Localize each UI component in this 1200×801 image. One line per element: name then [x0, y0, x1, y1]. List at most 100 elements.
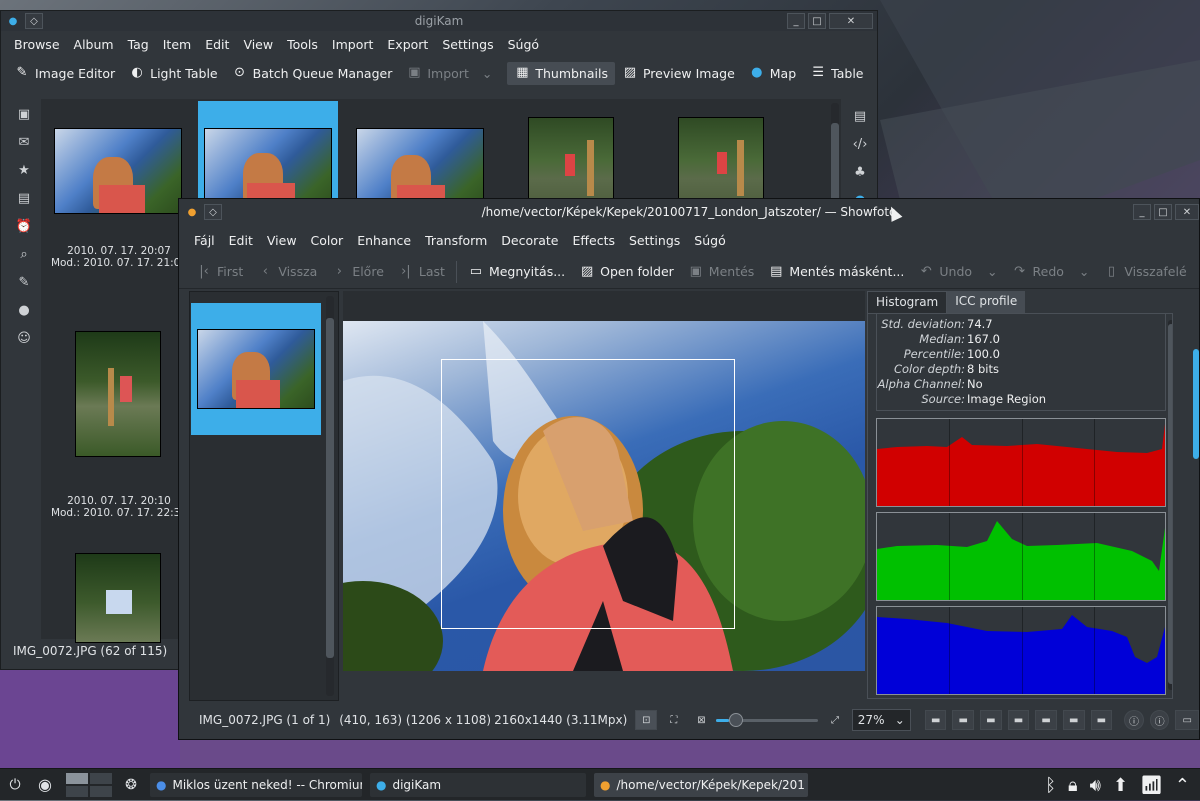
menu-browse[interactable]: Browse	[7, 37, 67, 52]
save-as-button[interactable]: ▤ Mentés másként...	[761, 260, 911, 283]
import-button[interactable]: ▣ Import ⌄	[399, 62, 499, 85]
zoom-combo[interactable]: 27% ⌄	[851, 709, 911, 731]
minimize-button[interactable]: _	[1133, 204, 1151, 220]
chevron-up-icon[interactable]: ⌃	[1175, 775, 1190, 796]
menu-tools[interactable]: Tools	[280, 37, 325, 52]
thumbnail-item-selected[interactable]	[198, 101, 338, 214]
menu-import[interactable]: Import	[325, 37, 381, 52]
zoom-slider-handle[interactable]	[728, 713, 743, 727]
star-icon[interactable]: ★	[11, 163, 37, 178]
fuzzy-search-icon[interactable]: ✎	[11, 275, 37, 290]
window-menu-icon[interactable]: ◇	[25, 13, 43, 29]
redo-button[interactable]: ↷ Redo ⌄	[1005, 260, 1097, 283]
menu-enhance[interactable]: Enhance	[350, 233, 418, 248]
monitor-icon[interactable]: ▭	[1175, 710, 1199, 730]
image-canvas[interactable]	[343, 291, 865, 671]
thumbnail-item[interactable]	[346, 101, 486, 214]
thumbnail-item[interactable]	[45, 545, 193, 643]
scrollbar-handle[interactable]	[326, 318, 334, 658]
pager-desktop-1[interactable]	[66, 772, 88, 784]
digikam-titlebar[interactable]: ● ◇ digiKam _ □ ✕	[1, 11, 877, 31]
thumbbar-scrollbar[interactable]	[326, 296, 334, 696]
menu-transform[interactable]: Transform	[418, 233, 494, 248]
app-icon[interactable]: ●	[183, 204, 201, 220]
info-filled-icon[interactable]: ⓘ	[1124, 710, 1144, 730]
image-editor-button[interactable]: ✎ Image Editor	[7, 62, 122, 85]
showfoto-titlebar[interactable]: ● ◇ /home/vector/Képek/Kepek/20100717_Lo…	[179, 199, 1199, 225]
overexposure-icon[interactable]: ▬	[952, 710, 975, 730]
menu-edit[interactable]: Edit	[222, 233, 260, 248]
properties-icon[interactable]: ▤	[849, 109, 871, 124]
menu-item[interactable]: Item	[156, 37, 198, 52]
menu-album[interactable]: Album	[67, 37, 121, 52]
pager-desktop-4[interactable]	[90, 785, 112, 797]
albums-icon[interactable]: ▣	[11, 107, 37, 122]
close-button[interactable]: ✕	[829, 13, 873, 29]
batch-queue-button[interactable]: ⊙ Batch Queue Manager	[225, 62, 400, 85]
timeline-icon[interactable]: ⏰	[11, 219, 37, 234]
maximize-button[interactable]: □	[1154, 204, 1172, 220]
maximize-button[interactable]: □	[808, 13, 826, 29]
thumbnails-button[interactable]: ▦ Thumbnails	[507, 61, 615, 85]
scrollbar-handle[interactable]	[831, 123, 839, 203]
labels-icon[interactable]: ✉	[11, 135, 37, 150]
map-search-icon[interactable]: ●	[11, 303, 37, 318]
menu-export[interactable]: Export	[380, 37, 435, 52]
light-table-button[interactable]: ◐ Light Table	[122, 62, 225, 85]
bluetooth-icon[interactable]: ᛒ	[1045, 775, 1056, 796]
underexposure-icon[interactable]: ▬	[924, 710, 947, 730]
search-icon[interactable]: ⌕	[11, 247, 37, 262]
color-managed-view-icon[interactable]: ▬	[980, 710, 1002, 730]
minimize-button[interactable]: _	[787, 13, 805, 29]
thumbnail-item[interactable]	[496, 101, 636, 213]
menu-view[interactable]: View	[236, 37, 280, 52]
pager-desktop-2[interactable]	[90, 772, 112, 784]
launcher-icon[interactable]: ◉	[30, 775, 60, 794]
table-button[interactable]: ☰ Table	[803, 62, 870, 85]
open-button[interactable]: ▭ Megnyitás...	[461, 260, 572, 283]
back-button[interactable]: ‹ Vissza	[250, 260, 324, 283]
menu-help[interactable]: Súgó	[501, 37, 546, 52]
zoom-slider[interactable]	[716, 710, 819, 730]
image-view-icon[interactable]: ▬	[1090, 710, 1113, 730]
volume-icon[interactable]: 🔊︎	[1090, 775, 1101, 796]
preview-image-button[interactable]: ▨ Preview Image	[615, 62, 742, 85]
calendar-icon[interactable]: ▤	[11, 191, 37, 206]
colors-icon[interactable]: ♣	[849, 165, 871, 180]
app-launcher-icon[interactable]: ❂	[118, 777, 144, 793]
menu-decorate[interactable]: Decorate	[494, 233, 565, 248]
people-icon[interactable]: ☺	[11, 331, 37, 346]
menu-settings[interactable]: Settings	[435, 37, 500, 52]
task-chromium[interactable]: ● Miklos üzent neked! -- Chromium	[150, 772, 362, 797]
thumbbar-item-selected[interactable]	[191, 303, 321, 435]
revert-button[interactable]: ▯ Visszafelé	[1096, 260, 1193, 283]
power-icon[interactable]: ⏻	[0, 777, 30, 793]
task-digikam[interactable]: ● digiKam	[370, 772, 586, 797]
menu-color[interactable]: Color	[304, 233, 351, 248]
lock-icon[interactable]: 🔒︎	[1068, 775, 1078, 796]
menu-view[interactable]: View	[260, 233, 304, 248]
pager[interactable]	[66, 772, 112, 797]
thumbnail-item[interactable]: 2010. 07. 17. 20:07 Mod.: 2010. 07. 17. …	[45, 101, 193, 313]
zoom-fit-icon[interactable]: ⛶	[663, 710, 685, 730]
zoom-fit-selection-icon[interactable]: ⊡	[635, 710, 658, 730]
info-icon[interactable]: ⓘ	[1149, 710, 1170, 730]
before-after-icon[interactable]: ▬	[1035, 710, 1057, 730]
scrollbar-handle[interactable]	[1168, 324, 1172, 684]
menu-file[interactable]: Fájl	[187, 233, 222, 248]
menu-edit[interactable]: Edit	[198, 37, 236, 52]
thumbnail-item[interactable]	[646, 101, 786, 213]
histogram-scrollbar[interactable]	[1168, 320, 1172, 690]
tab-icc-profile[interactable]: ICC profile	[947, 291, 1026, 313]
selection-rectangle[interactable]	[441, 359, 735, 629]
tab-histogram[interactable]: Histogram	[867, 291, 948, 313]
last-button[interactable]: ›| Last	[391, 260, 452, 283]
pager-desktop-3[interactable]	[66, 785, 88, 797]
right-pane-scrollbar[interactable]	[1193, 349, 1199, 459]
zoom-actual-icon[interactable]: ⊠	[691, 710, 713, 730]
first-button[interactable]: |‹ First	[189, 260, 250, 283]
thumbnail-item[interactable]: 2010. 07. 17. 20:10 Mod.: 2010. 07. 17. …	[45, 323, 193, 535]
menu-settings[interactable]: Settings	[622, 233, 687, 248]
menu-effects[interactable]: Effects	[566, 233, 623, 248]
soft-proofing-icon[interactable]: ▬	[1007, 710, 1030, 730]
